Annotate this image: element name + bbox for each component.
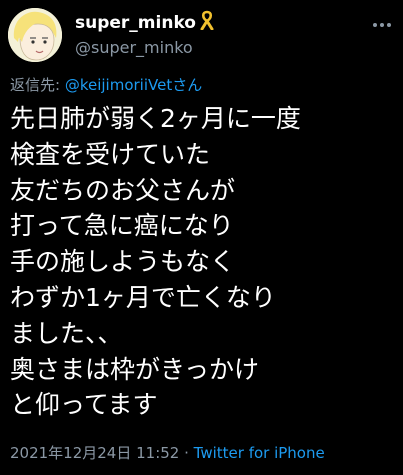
tweet-line: 奥さまは枠がきっかけ <box>10 354 260 384</box>
tweet-line: 手の施しようもなく <box>10 247 236 277</box>
display-name-row[interactable]: super_minko <box>75 10 216 35</box>
tweet-line: 友だちのお父さんが <box>10 175 236 205</box>
yellow-ribbon-icon <box>198 10 216 35</box>
reply-suffix: さん <box>172 76 203 94</box>
meta-separator: · <box>179 444 194 462</box>
tweet-text: 先日肺が弱く2ヶ月に一度 検査を受けていた 友だちのお父さんが 打って急に癌にな… <box>10 101 403 423</box>
tweet-line: わずか1ヶ月で亡くなり <box>10 282 276 312</box>
more-options-icon[interactable] <box>371 14 393 36</box>
tweet-line: と仰ってます <box>10 390 158 420</box>
avatar-illustration <box>8 8 62 62</box>
tweet-source-link[interactable]: Twitter for iPhone <box>194 444 325 462</box>
reply-mention-link[interactable]: @keijimoriiVet <box>65 76 172 94</box>
reply-context: 返信先: @keijimoriiVetさん <box>10 74 202 95</box>
tweet-line: 検査を受けていた <box>10 139 211 169</box>
user-handle[interactable]: @super_minko <box>75 38 193 57</box>
tweet-meta: 2021年12月24日 11:52 · Twitter for iPhone <box>10 442 325 463</box>
tweet-timestamp[interactable]: 2021年12月24日 11:52 <box>10 444 179 462</box>
reply-prefix: 返信先: <box>10 76 65 94</box>
avatar[interactable] <box>8 8 62 62</box>
tweet-line: 先日肺が弱く2ヶ月に一度 <box>10 104 301 133</box>
tweet-line: 打って急に癌になり <box>10 211 234 241</box>
tweet-line: ました、、 <box>10 318 123 348</box>
display-name[interactable]: super_minko <box>75 13 196 33</box>
